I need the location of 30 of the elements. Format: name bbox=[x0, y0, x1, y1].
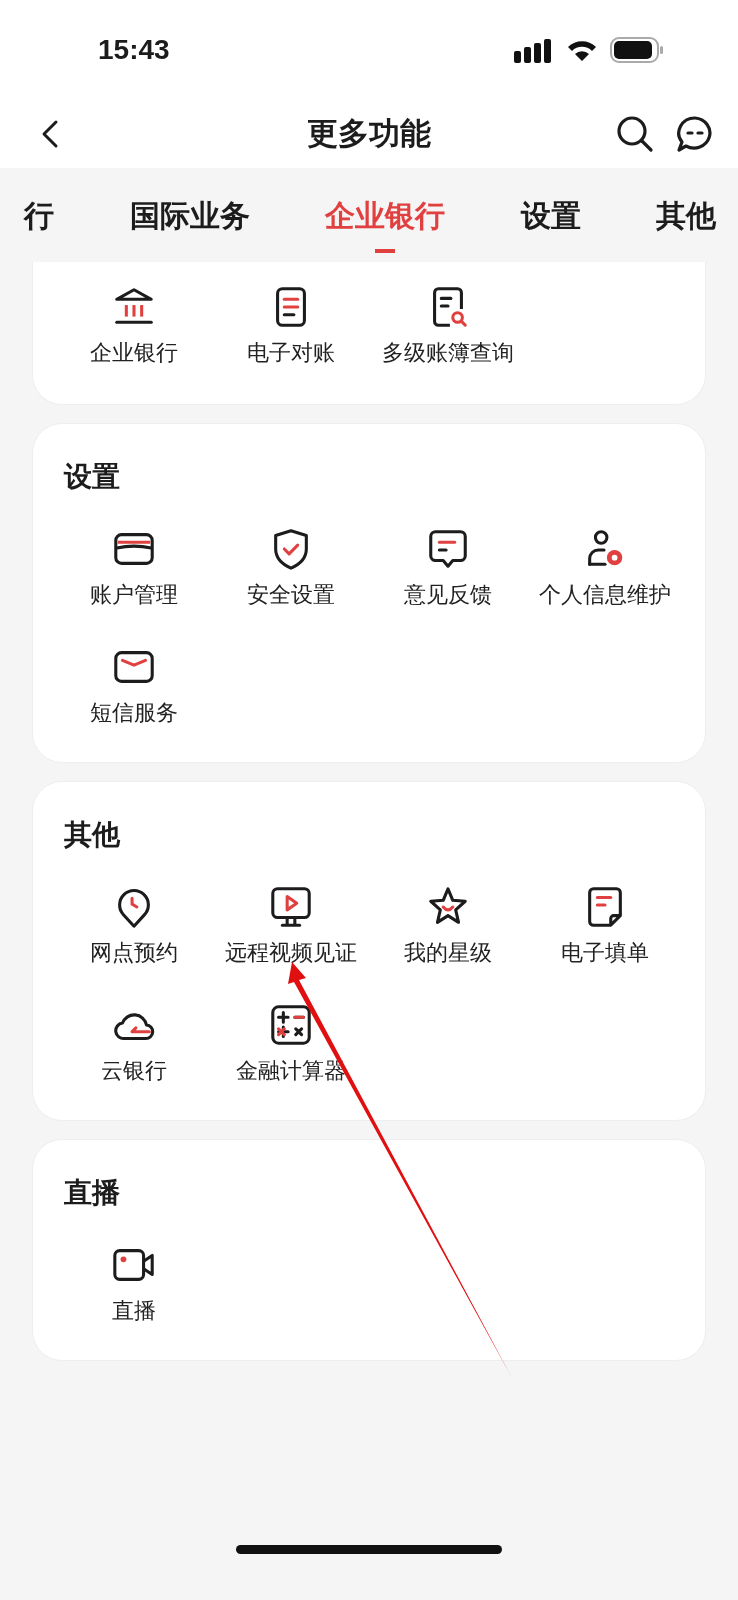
feature-label[interactable]: 我的星级 bbox=[403, 938, 492, 968]
feature-label[interactable]: 短信服务 bbox=[89, 698, 178, 728]
feature-label[interactable]: 安全设置 bbox=[246, 580, 335, 610]
feature-label[interactable]: 网点预约 bbox=[89, 938, 178, 968]
category-tab[interactable]: 国际业务 bbox=[129, 177, 250, 253]
page-title: 更多功能 bbox=[307, 116, 431, 151]
feature-label[interactable]: 直播 bbox=[111, 1296, 156, 1326]
wifi-icon bbox=[566, 38, 598, 62]
section-title: 直播 bbox=[64, 1176, 121, 1210]
chat-button[interactable] bbox=[676, 115, 714, 153]
status-time: 15:43 bbox=[98, 34, 171, 66]
feature-label[interactable]: 个人信息维护 bbox=[538, 580, 671, 610]
feature-label[interactable]: 意见反馈 bbox=[403, 580, 492, 610]
search-button[interactable] bbox=[616, 115, 654, 153]
category-tab[interactable]: 其他 bbox=[656, 177, 716, 253]
feature-label[interactable]: 企业银行 bbox=[89, 338, 178, 368]
feature-label[interactable]: 电子填单 bbox=[560, 938, 649, 968]
category-tab[interactable]: 行 bbox=[24, 177, 54, 253]
feature-label[interactable]: 电子对账 bbox=[246, 338, 335, 368]
battery-icon bbox=[610, 37, 664, 63]
category-tab[interactable]: 设置 bbox=[520, 177, 581, 253]
feature-label[interactable]: 云银行 bbox=[100, 1056, 167, 1086]
feature-label[interactable]: 多级账簿查询 bbox=[381, 338, 514, 368]
feature-label[interactable]: 远程视频见证 bbox=[224, 938, 357, 968]
section-title: 设置 bbox=[64, 460, 121, 494]
feature-label[interactable]: 金融计算器 bbox=[235, 1056, 346, 1086]
feature-label[interactable]: 账户管理 bbox=[89, 580, 178, 610]
category-tab[interactable]: 企业银行 bbox=[325, 177, 445, 253]
signal-icon bbox=[514, 37, 554, 63]
section-title: 其他 bbox=[64, 818, 121, 852]
